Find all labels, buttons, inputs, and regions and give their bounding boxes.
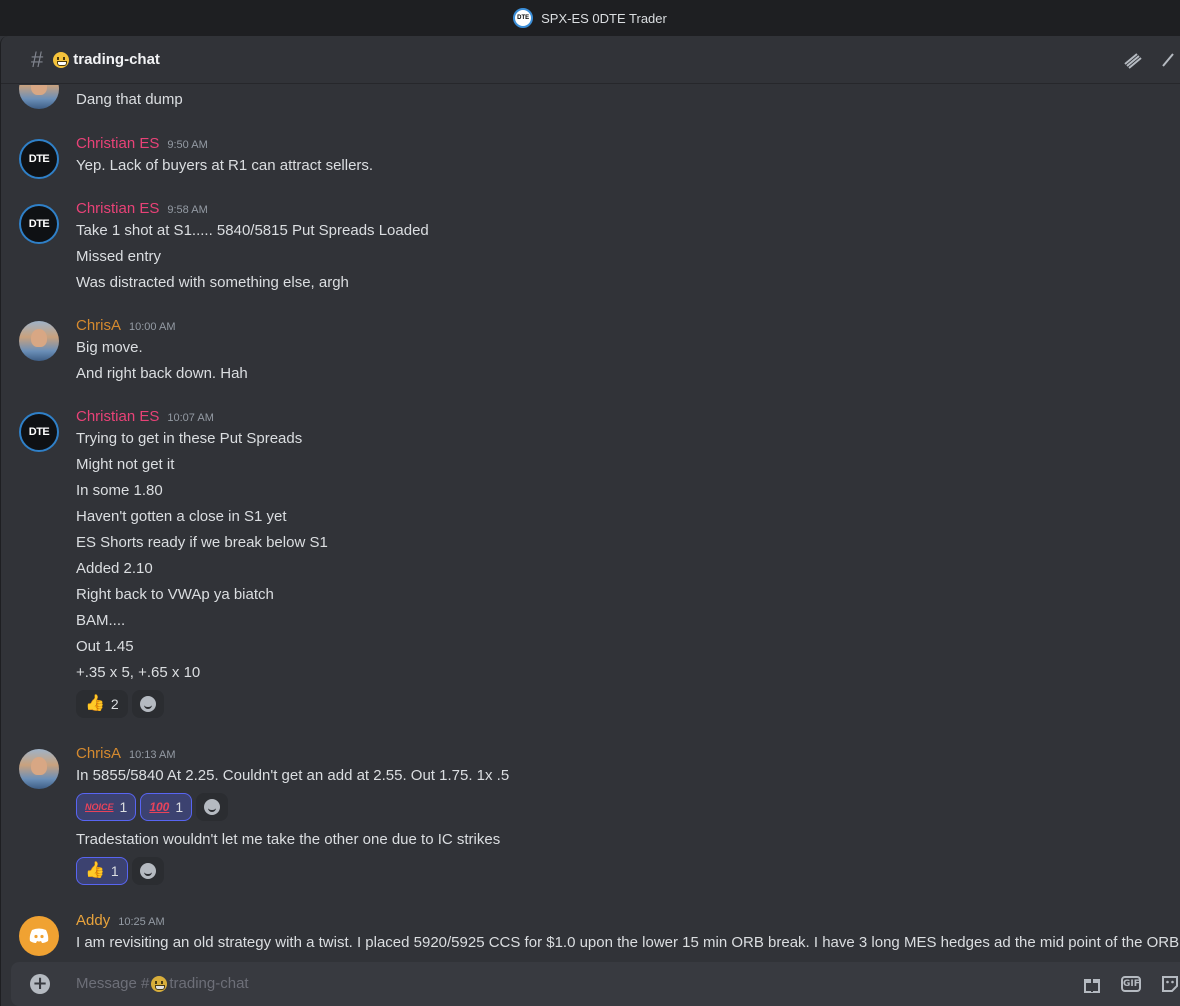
sticker-icon[interactable] — [1159, 974, 1180, 994]
message-text: Missed entry — [76, 248, 162, 265]
message-text: Dang that dump — [76, 91, 183, 108]
message-text: Take 1 shot at S1..... 5840/5815 Put Spr… — [76, 222, 429, 239]
message-text: Out 1.45 — [76, 638, 134, 655]
message-text: Added 2.10 — [76, 560, 153, 577]
reaction-bar: NOICE 1 100 1 — [76, 793, 229, 821]
thumbs-up-icon: 👍 — [85, 695, 105, 712]
avatar[interactable] — [19, 749, 59, 789]
gift-icon[interactable] — [1081, 974, 1103, 994]
reaction-bar: 👍 2 — [76, 690, 164, 718]
header-toolbar — [1121, 50, 1180, 70]
avatar[interactable] — [19, 321, 59, 361]
message-text: Yep. Lack of buyers at R1 can attract se… — [76, 157, 374, 174]
message-text: BAM.... — [76, 612, 126, 629]
noice-emoji-icon: NOICE — [85, 802, 114, 812]
add-reaction-button[interactable] — [131, 690, 164, 718]
message-text: In some 1.80 — [76, 482, 163, 499]
message-text: Right back to VWAp ya biatch — [76, 586, 274, 603]
discord-logo-icon — [29, 928, 49, 943]
reaction-count: 1 — [175, 799, 184, 815]
reaction-bar: 👍 1 — [76, 857, 164, 885]
message-text: Might not get it — [76, 456, 175, 473]
thumbs-up-icon: 👍 — [85, 862, 105, 879]
window-titlebar: DTE SPX-ES 0DTE Trader — [0, 0, 1180, 36]
grinning-emoji-icon — [53, 51, 70, 68]
attach-plus-icon[interactable]: + — [30, 974, 50, 994]
placeholder-prefix: Message # — [76, 975, 150, 992]
avatar[interactable] — [19, 85, 59, 109]
gif-icon[interactable]: GIF — [1121, 976, 1141, 992]
channel-header: # trading-chat — [1, 36, 1180, 84]
author-name[interactable]: ChrisA — [76, 745, 121, 762]
author-name[interactable]: Christian ES — [76, 135, 159, 152]
composer-toolbar: GIF — [1081, 974, 1180, 994]
reaction-count: 1 — [110, 863, 119, 879]
timestamp: 10:13 AM — [129, 749, 176, 761]
message-text: I am revisiting an old strategy with a t… — [76, 934, 1180, 951]
message-text: Trying to get in these Put Spreads — [76, 430, 303, 447]
message-composer[interactable]: + Message # trading-chat GIF — [11, 962, 1180, 1006]
message-list: Dang that dump DTE Christian ES 9:50 AM … — [1, 85, 1180, 961]
timestamp: 9:50 AM — [167, 139, 208, 151]
add-reaction-icon — [139, 863, 156, 879]
timestamp: 10:07 AM — [167, 412, 214, 424]
hundred-emoji-icon: 100 — [149, 800, 170, 814]
placeholder-channel: trading-chat — [169, 975, 249, 992]
window-title: SPX-ES 0DTE Trader — [541, 10, 667, 26]
reaction-count: 2 — [110, 696, 119, 712]
author-name[interactable]: Addy — [76, 912, 110, 929]
author-name[interactable]: ChrisA — [76, 317, 121, 334]
threads-icon[interactable] — [1121, 50, 1143, 70]
message-text: In 5855/5840 At 2.25. Couldn't get an ad… — [76, 767, 510, 784]
reaction-noice[interactable]: NOICE 1 — [76, 793, 137, 821]
channel-hash-icon: # — [31, 46, 44, 72]
message-text: Was distracted with something else, argh — [76, 274, 349, 291]
avatar[interactable]: DTE — [19, 204, 59, 244]
avatar[interactable]: DTE — [19, 139, 59, 179]
message-text: ES Shorts ready if we break below S1 — [76, 534, 328, 551]
message-text: Tradestation wouldn't let me take the ot… — [76, 831, 501, 848]
message-input[interactable]: Message # trading-chat — [76, 975, 249, 992]
channel-name: trading-chat — [73, 51, 160, 68]
timestamp: 10:00 AM — [129, 321, 176, 333]
message-text: And right back down. Hah — [76, 365, 248, 382]
reaction-thumbs-up[interactable]: 👍 1 — [76, 857, 128, 885]
reaction-100[interactable]: 100 1 — [140, 793, 193, 821]
add-reaction-icon — [204, 799, 221, 815]
message-text: Big move. — [76, 339, 143, 356]
reaction-count: 1 — [119, 799, 128, 815]
grinning-emoji-icon — [151, 975, 168, 992]
reaction-thumbs-up[interactable]: 👍 2 — [76, 690, 128, 718]
notification-bell-icon[interactable] — [1159, 50, 1180, 70]
avatar[interactable]: DTE — [19, 412, 59, 452]
message-text: +.35 x 5, +.65 x 10 — [76, 664, 201, 681]
timestamp: 10:25 AM — [118, 916, 165, 928]
message-text: Haven't gotten a close in S1 yet — [76, 508, 287, 525]
chat-panel: # trading-chat Dang that dump DTE Christ… — [0, 36, 1180, 1006]
add-reaction-icon — [139, 696, 156, 712]
add-reaction-button[interactable] — [131, 857, 164, 885]
author-name[interactable]: Christian ES — [76, 408, 159, 425]
add-reaction-button[interactable] — [196, 793, 229, 821]
timestamp: 9:58 AM — [167, 204, 208, 216]
author-name[interactable]: Christian ES — [76, 200, 159, 217]
server-logo-icon: DTE — [513, 8, 534, 28]
avatar[interactable] — [19, 916, 59, 956]
